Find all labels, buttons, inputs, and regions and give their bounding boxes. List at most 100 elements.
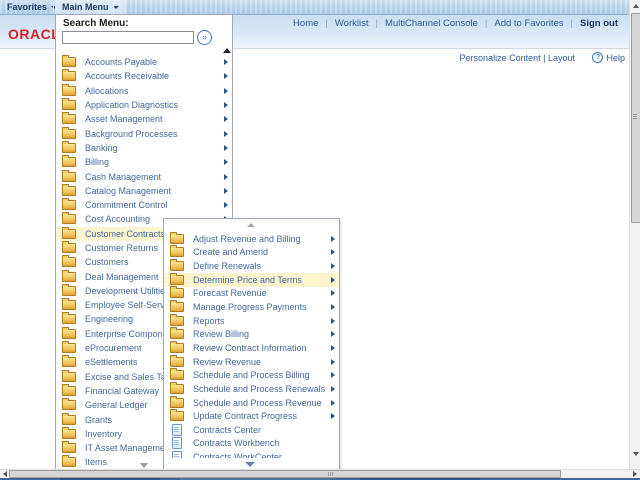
- submenu-item-label: Define Renewals: [193, 261, 261, 271]
- arrow-right-icon: [224, 59, 228, 65]
- main-menu-item-label: Background Processes: [85, 129, 178, 139]
- main-menu-item[interactable]: Cash Management: [56, 169, 232, 183]
- layout-link[interactable]: Layout: [548, 53, 575, 63]
- scrollbar-left-button[interactable]: [0, 470, 9, 478]
- tab-main-menu[interactable]: Main Menu: [55, 0, 126, 14]
- submenu-item[interactable]: Adjust Revenue and Billing: [164, 232, 339, 246]
- submenu-item[interactable]: Define Renewals: [164, 259, 339, 273]
- folder-icon: [62, 71, 76, 81]
- submenu-item[interactable]: Schedule and Process Revenue: [164, 396, 339, 410]
- link-separator: |: [325, 18, 327, 29]
- folder-icon: [62, 300, 76, 310]
- submenu-item[interactable]: Review Billing: [164, 327, 339, 341]
- folder-icon: [62, 57, 76, 67]
- vertical-scrollbar-thumb[interactable]: [631, 13, 640, 223]
- link-separator: |: [375, 18, 377, 29]
- main-menu-item-label: Commitment Control: [85, 200, 168, 210]
- sign-out-link[interactable]: Sign out: [580, 18, 618, 29]
- search-menu-label: Search Menu:: [63, 18, 129, 29]
- submenu-item[interactable]: Forecast Revenue: [164, 287, 339, 301]
- horizontal-scrollbar[interactable]: [0, 469, 640, 478]
- arrow-right-icon: [331, 263, 335, 269]
- main-menu-item-label: Items: [85, 457, 107, 467]
- help-question-icon: ?: [592, 52, 603, 63]
- folder-icon: [62, 429, 76, 439]
- vertical-scrollbar[interactable]: [629, 0, 640, 469]
- main-menu-item[interactable]: Billing: [56, 155, 232, 169]
- folder-icon: [62, 186, 76, 196]
- arrow-down-icon: [633, 452, 639, 456]
- arrow-right-icon: [224, 174, 228, 180]
- main-menu-item[interactable]: Catalog Management: [56, 184, 232, 198]
- main-menu-item[interactable]: Asset Management: [56, 112, 232, 126]
- arrow-right-icon: [224, 145, 228, 151]
- submenu-item-label: Manage Progress Payments: [193, 302, 307, 312]
- submenu-item-label: Schedule and Process Billing: [193, 370, 310, 380]
- arrow-right-icon: [224, 131, 228, 137]
- main-menu-item[interactable]: Accounts Payable: [56, 55, 232, 69]
- scrollbar-right-button[interactable]: [630, 470, 640, 478]
- main-menu-item-label: Accounts Payable: [85, 57, 157, 67]
- submenu-item-label: Contracts WorkCenter: [193, 452, 282, 458]
- folder-icon: [62, 200, 76, 210]
- folder-icon: [62, 415, 76, 425]
- main-menu-item[interactable]: Application Diagnostics: [56, 98, 232, 112]
- scrollbar-down-button[interactable]: [630, 448, 640, 459]
- main-menu-item-label: Billing: [85, 157, 109, 167]
- main-menu-item[interactable]: Commitment Control: [56, 198, 232, 212]
- main-menu-item-label: Development Utilities: [85, 286, 170, 296]
- add-to-favorites-link[interactable]: Add to Favorites: [494, 18, 563, 29]
- submenu-item[interactable]: Determine Price and Terms: [164, 273, 339, 287]
- folder-icon: [62, 443, 76, 453]
- scroll-up-icon[interactable]: [223, 48, 231, 53]
- search-input[interactable]: [62, 31, 194, 44]
- menu-tab-bar: Favorites Main Menu: [0, 0, 640, 15]
- main-menu-item[interactable]: Accounts Receivable: [56, 69, 232, 83]
- help-label: Help: [606, 53, 625, 63]
- scroll-down-icon[interactable]: [245, 462, 255, 467]
- main-menu-item[interactable]: Allocations: [56, 84, 232, 98]
- submenu-item[interactable]: Review Contract Information: [164, 341, 339, 355]
- folder-icon: [62, 272, 76, 282]
- folder-icon: [62, 286, 76, 296]
- folder-icon: [170, 234, 184, 244]
- arrow-right-icon: [331, 236, 335, 242]
- submenu-item[interactable]: Contracts Workbench: [164, 437, 339, 451]
- submenu-item[interactable]: Schedule and Process Renewals: [164, 382, 339, 396]
- submenu-item[interactable]: Reports: [164, 314, 339, 328]
- main-menu-item-label: eProcurement: [85, 343, 142, 353]
- search-button[interactable]: »: [197, 30, 212, 45]
- personalize-content-link[interactable]: Personalize Content: [460, 53, 541, 63]
- submenu-item[interactable]: Contracts Center: [164, 423, 339, 437]
- scrollbar-up-button[interactable]: [630, 0, 640, 11]
- main-menu-item[interactable]: Banking: [56, 141, 232, 155]
- folder-icon: [62, 100, 76, 110]
- main-menu-item-label: Inventory: [85, 429, 122, 439]
- scroll-down-icon[interactable]: [140, 463, 148, 468]
- arrow-right-icon: [224, 159, 228, 165]
- main-menu-item-label: Customer Contracts: [85, 229, 165, 239]
- submenu-item[interactable]: Contracts WorkCenter: [164, 450, 339, 458]
- submenu-item[interactable]: Schedule and Process Billing: [164, 368, 339, 382]
- folder-icon: [62, 257, 76, 267]
- arrow-right-icon: [331, 304, 335, 310]
- worklist-link[interactable]: Worklist: [335, 18, 369, 29]
- scroll-up-icon[interactable]: [247, 223, 255, 227]
- document-icon: [172, 451, 182, 458]
- folder-icon: [62, 86, 76, 96]
- submenu-item[interactable]: Create and Amend: [164, 246, 339, 260]
- arrow-right-icon: [224, 188, 228, 194]
- horizontal-scrollbar-thumb[interactable]: [9, 470, 561, 478]
- submenu-item-label: Create and Amend: [193, 247, 268, 257]
- main-menu-item[interactable]: Background Processes: [56, 126, 232, 140]
- arrow-right-icon: [331, 413, 335, 419]
- submenu-item[interactable]: Review Revenue: [164, 355, 339, 369]
- main-menu-item-label: Accounts Receivable: [85, 71, 169, 81]
- submenu-item-label: Contracts Workbench: [193, 438, 279, 448]
- submenu-item[interactable]: Update Contract Progress: [164, 409, 339, 423]
- folder-icon: [62, 157, 76, 167]
- submenu-item[interactable]: Manage Progress Payments: [164, 300, 339, 314]
- home-link[interactable]: Home: [293, 18, 318, 29]
- multichannel-console-link[interactable]: MultiChannel Console: [385, 18, 478, 29]
- help-link[interactable]: ? Help: [592, 52, 625, 63]
